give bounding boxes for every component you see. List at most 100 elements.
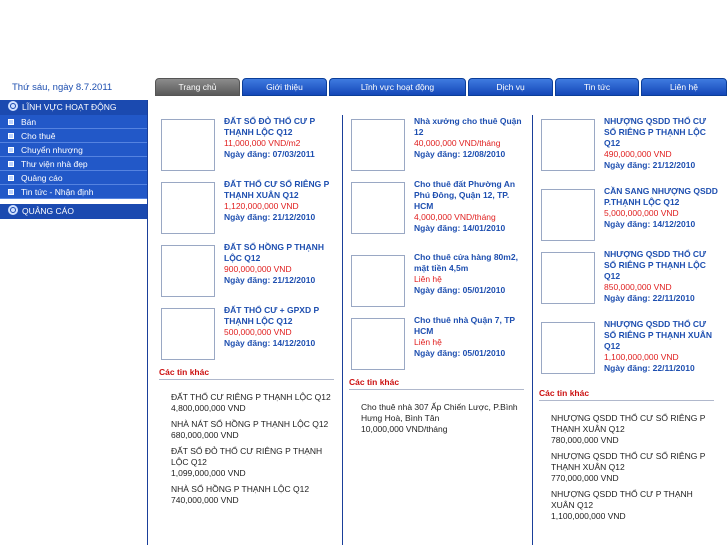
listing-price: 500,000,000 VND [224,327,292,337]
more-news-heading: Các tin khác [159,367,210,377]
listing-thumbnail[interactable] [351,119,405,171]
listing-thumbnail[interactable] [351,255,405,307]
listing-title[interactable]: Cho thuê cửa hàng 80m2, mặt tiền 4,5m [414,252,528,274]
listing-date: Ngày đăng: 21/12/2010 [224,212,316,222]
listing-price: Liên hệ [414,274,442,284]
listing-thumbnail[interactable] [161,119,215,171]
listing-price: 1,100,000,000 VND [604,352,679,362]
listing-thumbnail[interactable] [351,318,405,370]
listing-title[interactable]: ĐẤT THỔ CƯ SỔ RIÊNG P THẠNH XUÂN Q12 [224,179,338,201]
listing-title[interactable]: CẦN SANG NHƯỢNG QSDD P.THẠNH LỘC Q12 [604,186,718,208]
listing-item[interactable]: NHƯỢNG QSDD THỔ CƯ SỔ RIÊNG P THẠNH XUÂN… [537,318,718,388]
column-divider [532,115,533,545]
sidebar-item-gallery[interactable]: Thư viện nhà đẹp [0,157,147,171]
more-news-heading: Các tin khác [539,388,590,398]
listing-item[interactable]: Cho thuê cửa hàng 80m2, mặt tiền 4,5m Liê… [347,251,528,314]
column-divider [342,115,343,545]
listing-price: 490,000,000 VND [604,149,672,159]
bullet-icon [8,119,14,125]
divider [159,379,334,380]
bullet-icon [8,133,14,139]
listing-item[interactable]: ĐẤT THỔ CƯ + GPXD P THẠNH LỘC Q12 500,000… [157,304,338,367]
listing-item[interactable]: NHƯỢNG QSDD THỔ CƯ SỔ RIÊNG P THẠNH LỘC … [537,248,718,318]
listing-title[interactable]: NHƯỢNG QSDD THỔ CƯ SỔ RIÊNG P THẠNH LỘC … [604,116,718,149]
listing-date: Ngày đăng: 07/03/2011 [224,149,315,159]
listing-price: 5,000,000,000 VND [604,208,679,218]
listing-price: 11,000,000 VND/m2 [224,138,301,148]
listing-thumbnail[interactable] [541,322,595,374]
listing-price: 40,000,000 VND/tháng [414,138,501,148]
nav-tab-home[interactable]: Trang chủ [155,78,240,96]
listing-thumbnail[interactable] [161,245,215,297]
list-item[interactable]: ĐẤT THỔ CƯ RIÊNG P THẠNH LỘC Q12 4,800,00… [171,392,334,414]
listing-thumbnail[interactable] [541,189,595,241]
sidebar-item-news[interactable]: Tin tức - Nhận định [0,185,147,199]
listing-price: 1,120,000,000 VND [224,201,299,211]
listing-date: Ngày đăng: 05/01/2010 [414,285,506,295]
ads-heading: QUẢNG CÁO [0,204,147,219]
listing-item[interactable]: ĐẤT SỔ ĐỎ THỔ CƯ P THẠNH LỘC Q12 11,000,0… [157,115,338,178]
listing-title[interactable]: NHƯỢNG QSDD THỔ CƯ SỔ RIÊNG P THẠNH LỘC … [604,249,718,282]
nav-tab-news[interactable]: Tin tức [555,78,639,96]
listing-thumbnail[interactable] [541,119,595,171]
listing-title[interactable]: ĐẤT SỔ HỒNG P THẠNH LỘC Q12 [224,242,338,264]
divider [539,400,714,401]
listing-date: Ngày đăng: 21/12/2010 [604,160,696,170]
listing-date: Ngày đăng: 21/12/2010 [224,275,316,285]
listing-title[interactable]: ĐẤT THỔ CƯ + GPXD P THẠNH LỘC Q12 [224,305,338,327]
sidebar-item-rent[interactable]: Cho thuê [0,129,147,143]
listing-item[interactable]: ĐẤT SỔ HỒNG P THẠNH LỘC Q12 900,000,000 V… [157,241,338,304]
sidebar-item-ads[interactable]: Quảng cáo [0,171,147,185]
more-news-list: NHƯỢNG QSDD THỔ CƯ SỔ RIÊNG P THẠNH XUÂN… [537,413,718,522]
gear-icon [8,101,18,111]
listing-date: Ngày đăng: 05/01/2010 [414,348,506,358]
divider [349,389,524,390]
list-item[interactable]: NHƯỢNG QSDD THỔ CƯ SỔ RIÊNG P THẠNH XUÂN… [551,451,714,484]
bullet-icon [8,147,14,153]
list-item[interactable]: ĐẤT SỔ ĐỎ THỔ CƯ RIÊNG P THẠNH LỘC Q12 1,… [171,446,334,479]
list-item[interactable]: NHƯỢNG QSDD THỔ CƯ SỔ RIÊNG P THẠNH XUÂN… [551,413,714,446]
list-item[interactable]: NHÀ SỔ HỒNG P THẠNH LỘC Q12 740,000,000 V… [171,484,334,506]
listing-title[interactable]: ĐẤT SỔ ĐỎ THỔ CƯ P THẠNH LỘC Q12 [224,116,338,138]
list-item[interactable]: NHƯỢNG QSDD THỔ CƯ P THẠNH XUÂN Q12 1,100… [551,489,714,522]
listing-item[interactable]: Cho thuê nhà Quận 7, TP HCM Liên hệ Ngày đ… [347,314,528,377]
nav-tab-fields[interactable]: Lĩnh vực hoạt động [329,78,466,96]
listing-item[interactable]: ĐẤT THỔ CƯ SỔ RIÊNG P THẠNH XUÂN Q12 1,12… [157,178,338,241]
listing-title[interactable]: Cho thuê nhà Quận 7, TP HCM [414,315,528,337]
listing-price: Liên hệ [414,337,442,347]
listing-item[interactable]: Nhà xưởng cho thuê Quận 12 40,000,000 VND… [347,115,528,178]
current-date: Thứ sáu, ngày 8.7.2011 [12,82,113,93]
bullet-icon [8,175,14,181]
listing-thumbnail[interactable] [351,182,405,234]
column-sell: ĐẤT SỔ ĐỎ THỔ CƯ P THẠNH LỘC Q12 11,000,0… [157,115,338,511]
column-transfer: NHƯỢNG QSDD THỔ CƯ SỔ RIÊNG P THẠNH LỘC … [537,115,718,527]
listing-title[interactable]: Cho thuê đất Phường An Phú Đông, Quận 12… [414,179,528,212]
nav-tab-about[interactable]: Giới thiệu [242,78,327,96]
sidebar-item-transfer[interactable]: Chuyển nhượng [0,143,147,157]
more-news-heading: Các tin khác [349,377,400,387]
listing-date: Ngày đăng: 12/08/2010 [414,149,506,159]
listing-thumbnail[interactable] [541,252,595,304]
more-news-list: ĐẤT THỔ CƯ RIÊNG P THẠNH LỘC Q12 4,800,00… [157,392,338,506]
main-nav: Trang chủ Giới thiệu Lĩnh vực hoạt động … [155,78,727,96]
list-item[interactable]: Cho thuê nhà 307 Ấp Chiến Lược, P.Bình H… [361,402,524,435]
listing-date: Ngày đăng: 22/11/2010 [604,363,695,373]
listing-price: 900,000,000 VND [224,264,292,274]
listing-thumbnail[interactable] [161,308,215,360]
listing-item[interactable]: CẦN SANG NHƯỢNG QSDD P.THẠNH LỘC Q12 5,00… [537,185,718,248]
gear-icon [8,205,18,215]
listing-price: 4,000,000 VND/tháng [414,212,496,222]
nav-tab-services[interactable]: Dịch vụ [468,78,553,96]
listing-date: Ngày đăng: 22/11/2010 [604,293,695,303]
sidebar-heading: LĨNH VỰC HOẠT ĐỘNG [0,100,147,115]
listing-item[interactable]: Cho thuê đất Phường An Phú Đông, Quận 12… [347,178,528,251]
listing-date: Ngày đăng: 14/12/2010 [224,338,316,348]
listing-title[interactable]: NHƯỢNG QSDD THỔ CƯ SỔ RIÊNG P THẠNH XUÂN… [604,319,718,352]
listing-item[interactable]: NHƯỢNG QSDD THỔ CƯ SỔ RIÊNG P THẠNH LỘC … [537,115,718,185]
listing-price: 850,000,000 VND [604,282,672,292]
nav-tab-contact[interactable]: Liên hệ [641,78,727,96]
list-item[interactable]: NHÀ NÁT SỔ HỒNG P THẠNH LỘC Q12 680,000,0… [171,419,334,441]
sidebar-item-sell[interactable]: Bán [0,115,147,129]
listing-thumbnail[interactable] [161,182,215,234]
listing-title[interactable]: Nhà xưởng cho thuê Quận 12 [414,116,528,138]
